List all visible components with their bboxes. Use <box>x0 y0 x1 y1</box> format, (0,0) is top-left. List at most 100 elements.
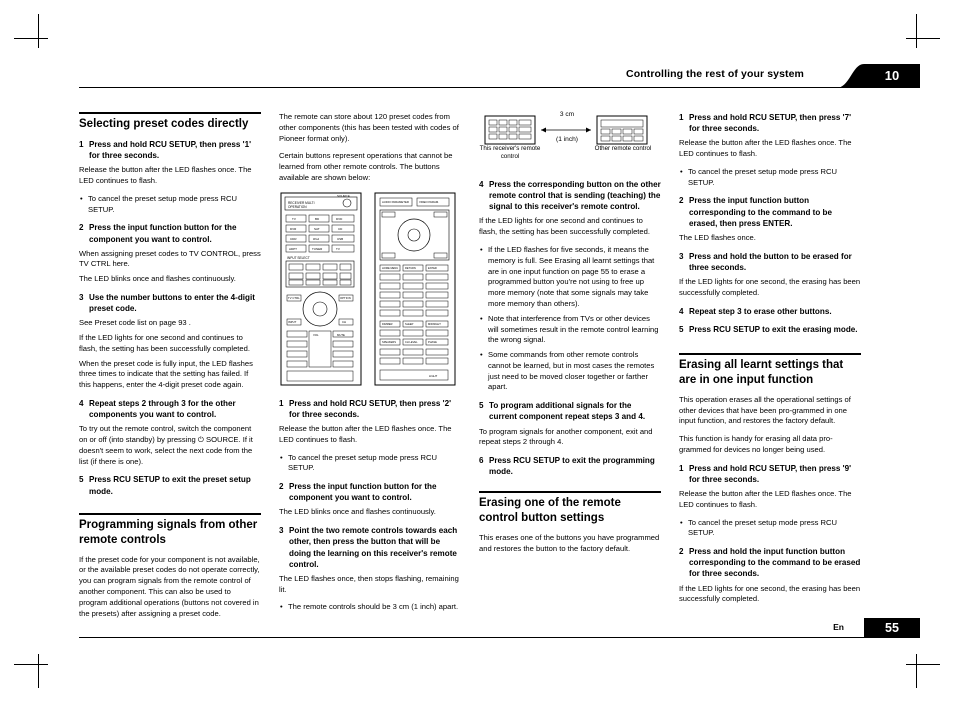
step-text: Press RCU SETUP to exit the erasing mode… <box>689 324 858 334</box>
column-2: The remote can store about 120 preset co… <box>279 112 461 619</box>
svg-text:ADPT: ADPT <box>289 247 297 251</box>
step-item: 4 Repeat steps 2 through 3 for the other … <box>79 398 261 420</box>
svg-text:ENTER: ENTER <box>428 266 437 270</box>
distance-figure: 3 cm (1 inch) This receiver's remote con… <box>479 111 661 172</box>
paragraph: If the LED lights for one second, the er… <box>679 583 861 604</box>
step-item: 1 Press and hold RCU SETUP, then press '1… <box>79 139 261 161</box>
svg-text:iPod: iPod <box>313 237 319 241</box>
step-item: 2 Press the input function button for the… <box>279 481 461 503</box>
step-number: 1 <box>279 398 284 408</box>
paragraph: This erases one of the buttons you have … <box>479 533 660 554</box>
step-number: 1 <box>679 113 684 122</box>
svg-text:LIGHT: LIGHT <box>429 374 438 378</box>
page-number: 55 <box>864 618 920 638</box>
heading-programming-signals: Programming signals from other remote co… <box>79 512 261 548</box>
step-item: 5 Press RCU SETUP to exit the preset setu… <box>79 474 261 496</box>
step-number: 3 <box>79 293 84 303</box>
figure-distance-top: 3 cm <box>559 111 575 118</box>
figure-distance-bottom: (1 inch) <box>556 136 578 143</box>
heading-erasing-all-learnt: Erasing all learnt settings that are in … <box>679 352 861 388</box>
svg-text:AUDIO PARAMETER: AUDIO PARAMETER <box>382 200 409 204</box>
step-number: 3 <box>279 526 284 536</box>
paragraph: This operation erases all the operationa… <box>679 394 851 426</box>
figure-caption-left: This receiver's remote control <box>479 145 541 160</box>
remote-diagram: RECEIVER MULTI OPERATION SOURCE TV BD DVD … <box>280 192 456 386</box>
step-number: 2 <box>679 547 684 557</box>
svg-text:INPUT: INPUT <box>288 320 297 324</box>
svg-text:HOME MENU: HOME MENU <box>382 266 398 270</box>
crop-mark <box>38 14 39 48</box>
crop-mark <box>38 654 39 688</box>
paragraph: See Preset code list on page 93 . <box>79 318 191 328</box>
paragraph: The LED flashes once, then stops flashin… <box>279 573 459 594</box>
paragraph: Release the button after the LED flashes… <box>279 424 452 444</box>
header-curve-shape <box>836 64 864 88</box>
crop-mark <box>906 38 940 39</box>
language-code: En <box>833 622 844 632</box>
figure-caption-right: Other remote control <box>594 145 652 152</box>
step-item: 2 Press the input function button corresp… <box>679 195 861 228</box>
chapter-number: 10 <box>864 64 920 88</box>
svg-text:DIMMER: DIMMER <box>382 322 393 326</box>
step-number: 4 <box>679 306 684 316</box>
crop-mark <box>14 38 48 39</box>
step-number: 6 <box>479 456 484 466</box>
svg-text:CDR: CDR <box>290 237 297 241</box>
svg-text:PHASE: PHASE <box>428 340 437 344</box>
step-text: Press the input function button for the … <box>89 223 237 244</box>
paragraph: This function is handy for erasing all d… <box>679 434 833 454</box>
step-item: 5 Press RCU SETUP to exit the erasing mod… <box>679 324 861 335</box>
bullet-item: If the LED flashes for five seconds, it … <box>480 245 661 310</box>
paragraph: If the LED lights for one second, the er… <box>679 277 861 297</box>
step-text: Press and hold RCU SETUP, then press '1'… <box>89 139 252 161</box>
step-item: 1 Press and hold RCU SETUP, then press '7… <box>679 112 861 134</box>
step-item: 3 Use the number buttons to enter the 4-d… <box>79 292 261 314</box>
bullet-item: To cancel the preset setup mode press RC… <box>680 518 861 540</box>
step-number: 2 <box>79 223 84 233</box>
step-text: Press the input function button for the … <box>289 482 437 503</box>
step-item: 3 Press and hold the button to be erased … <box>679 251 861 273</box>
step-text: Repeat steps 2 through 3 for the other c… <box>89 399 236 420</box>
remote-control-figure: RECEIVER MULTI OPERATION SOURCE TV BD DVD … <box>279 191 461 391</box>
step-number: 1 <box>679 463 684 473</box>
paragraph: When assigning preset codes to TV CONTRO… <box>79 248 261 269</box>
heading-erasing-one-button: Erasing one of the remote control button… <box>479 491 661 526</box>
svg-text:RETURN: RETURN <box>405 266 416 270</box>
svg-text:VIDEO PARAM.: VIDEO PARAM. <box>419 200 439 204</box>
svg-text:TV: TV <box>336 247 340 251</box>
step-item: 4 Repeat step 3 to erase other buttons. <box>679 306 861 317</box>
page-title: Controlling the rest of your system <box>626 68 804 80</box>
svg-text:TUNER: TUNER <box>312 247 323 251</box>
svg-text:VOL: VOL <box>313 333 319 337</box>
paragraph: The LED blinks once and flashes continuo… <box>79 274 236 284</box>
step-number: 4 <box>79 399 84 409</box>
step-text: Press RCU SETUP to exit the programming … <box>489 456 655 477</box>
paragraph: If the preset code for your component is… <box>79 554 260 618</box>
svg-text:DVR: DVR <box>290 227 297 231</box>
step-text: Press RCU SETUP to exit the preset setup… <box>89 475 251 496</box>
page-header: Controlling the rest of your system 10 <box>79 64 920 88</box>
paragraph: The LED flashes once. <box>679 232 756 242</box>
step-text: Press the input function button correspo… <box>689 196 832 228</box>
step-number: 2 <box>279 482 284 492</box>
column-3: 3 cm (1 inch) This receiver's remote con… <box>479 111 661 562</box>
step-item: 1 Press and hold RCU SETUP, then press '2… <box>279 398 461 420</box>
svg-text:SPEAKERS: SPEAKERS <box>382 340 396 344</box>
bullet-item: The remote controls should be 3 cm (1 in… <box>280 602 461 613</box>
step-text: Press and hold the button to be erased f… <box>689 251 852 272</box>
step-text: Press and hold RCU SETUP, then press '2'… <box>289 398 452 419</box>
step-number: 5 <box>679 324 684 334</box>
step-number: 5 <box>79 475 84 485</box>
step-text: Press and hold the input function button… <box>689 547 861 579</box>
paragraph: Certain buttons represent operations tha… <box>279 151 453 182</box>
crop-mark <box>906 664 940 665</box>
step-text: Press and hold RCU SETUP, then press '9'… <box>689 463 852 484</box>
paragraph: Release the button after the LED flashes… <box>679 138 852 159</box>
svg-text:SAT: SAT <box>314 227 320 231</box>
step-item: 6 Press RCU SETUP to exit the programming… <box>479 455 661 477</box>
bullet-item: To cancel the preset setup mode press RC… <box>280 453 461 475</box>
column-4: 1 Press and hold RCU SETUP, then press '7… <box>679 112 861 612</box>
paragraph: If the LED lights for one second and con… <box>79 333 250 353</box>
step-text: Repeat step 3 to erase other buttons. <box>689 306 832 316</box>
step-item: 2 Press and hold the input function butto… <box>679 546 861 579</box>
